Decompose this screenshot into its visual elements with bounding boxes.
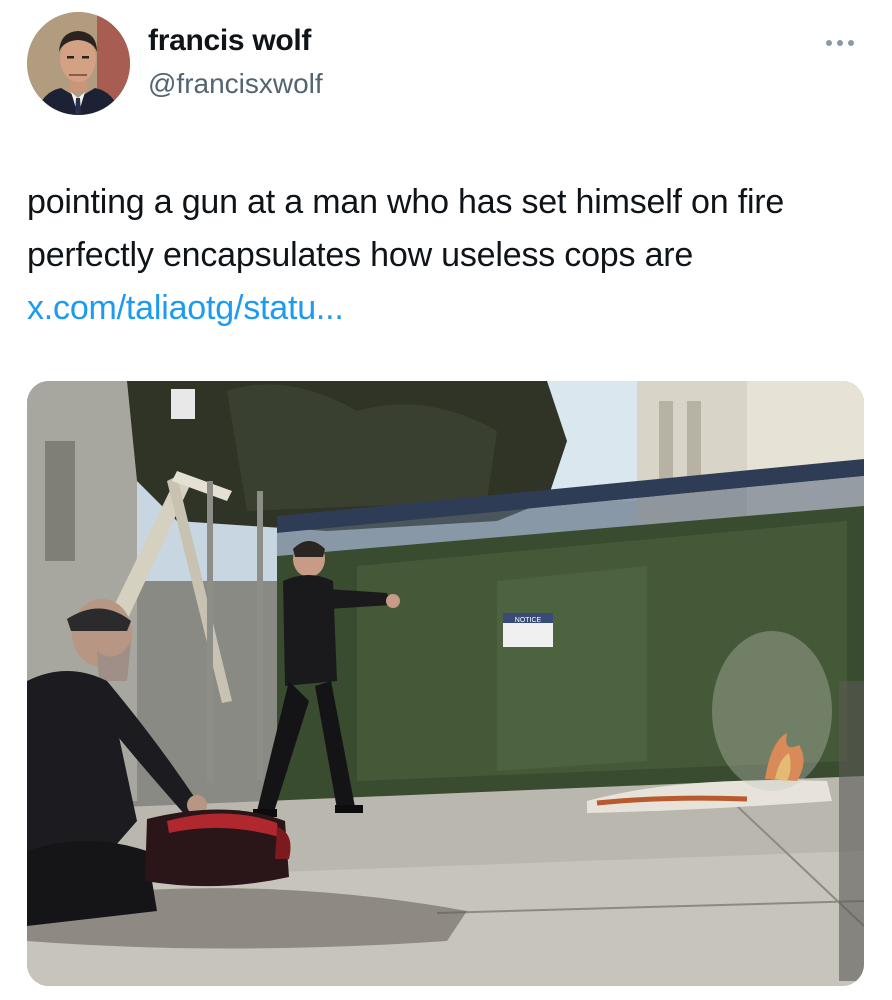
notice-sign-text: NOTICE	[515, 617, 542, 624]
author-display-name[interactable]: francis wolf	[148, 24, 311, 58]
avatar-portrait-image	[27, 12, 130, 115]
tweet-media-image[interactable]: NOTICE	[27, 381, 864, 986]
more-horizontal-icon	[826, 40, 854, 46]
tweet-link[interactable]: x.com/taliaotg/statu...	[27, 289, 344, 327]
author-handle[interactable]: @francisxwolf	[148, 68, 323, 100]
more-options-button[interactable]	[820, 28, 860, 58]
photo-scene: NOTICE	[27, 381, 864, 986]
tweet-card: francis wolf @francisxwolf pointing a gu…	[0, 0, 892, 1000]
tweet-text: pointing a gun at a man who has set hims…	[27, 176, 867, 335]
tweet-body-text: pointing a gun at a man who has set hims…	[27, 183, 785, 274]
author-avatar[interactable]	[27, 12, 130, 115]
